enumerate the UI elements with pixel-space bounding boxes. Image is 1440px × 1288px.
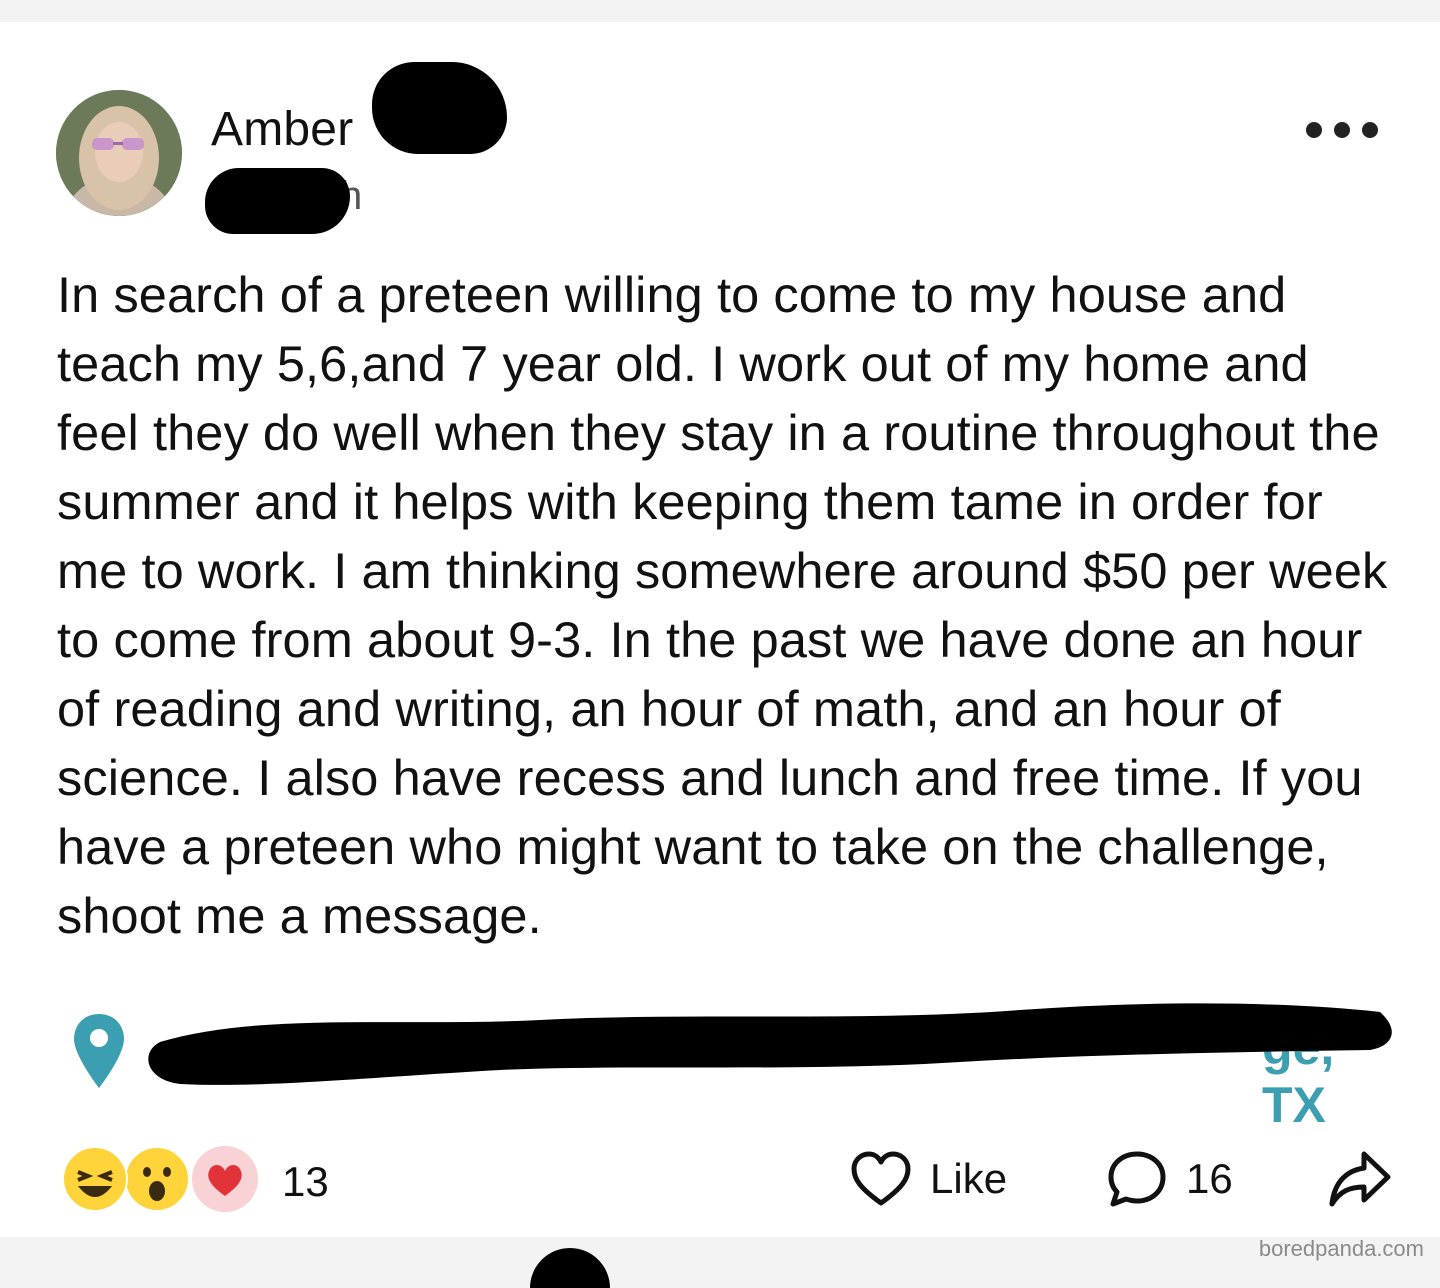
avatar[interactable]: [56, 90, 182, 216]
avatar-image: [56, 90, 182, 216]
comment-icon: [1108, 1151, 1166, 1207]
more-dot-icon: [1334, 122, 1350, 138]
reaction-summary[interactable]: [62, 1144, 262, 1218]
redaction-mark: [148, 1003, 1392, 1085]
like-button[interactable]: Like: [850, 1147, 1007, 1211]
reaction-count[interactable]: 13: [282, 1158, 329, 1206]
more-dot-icon: [1362, 122, 1378, 138]
heart-icon: [192, 1146, 258, 1212]
more-options-button[interactable]: [1306, 114, 1378, 146]
wow-face-icon: [124, 1146, 190, 1212]
redaction-mark: [372, 62, 507, 154]
redaction-mark: [530, 1248, 610, 1288]
more-dot-icon: [1306, 122, 1322, 138]
post-location-link[interactable]: ge, TX: [72, 1003, 1402, 1133]
redaction-mark: [205, 168, 350, 234]
laughing-face-icon: [62, 1146, 128, 1212]
share-arrow-icon: [1329, 1151, 1391, 1207]
watermark: boredpanda.com: [1258, 1236, 1424, 1261]
like-label: Like: [930, 1155, 1008, 1202]
heart-outline-icon: [851, 1151, 911, 1206]
comment-button[interactable]: 16: [1106, 1147, 1233, 1211]
share-button[interactable]: [1328, 1147, 1392, 1211]
post-body: In search of a preteen willing to come t…: [57, 266, 1388, 944]
map-pin-icon: [74, 1014, 124, 1088]
post-card: Amber H · 21h In search of a preteen wil…: [0, 22, 1440, 1237]
comment-count: 16: [1186, 1155, 1233, 1202]
author-name[interactable]: Amber: [211, 102, 353, 158]
